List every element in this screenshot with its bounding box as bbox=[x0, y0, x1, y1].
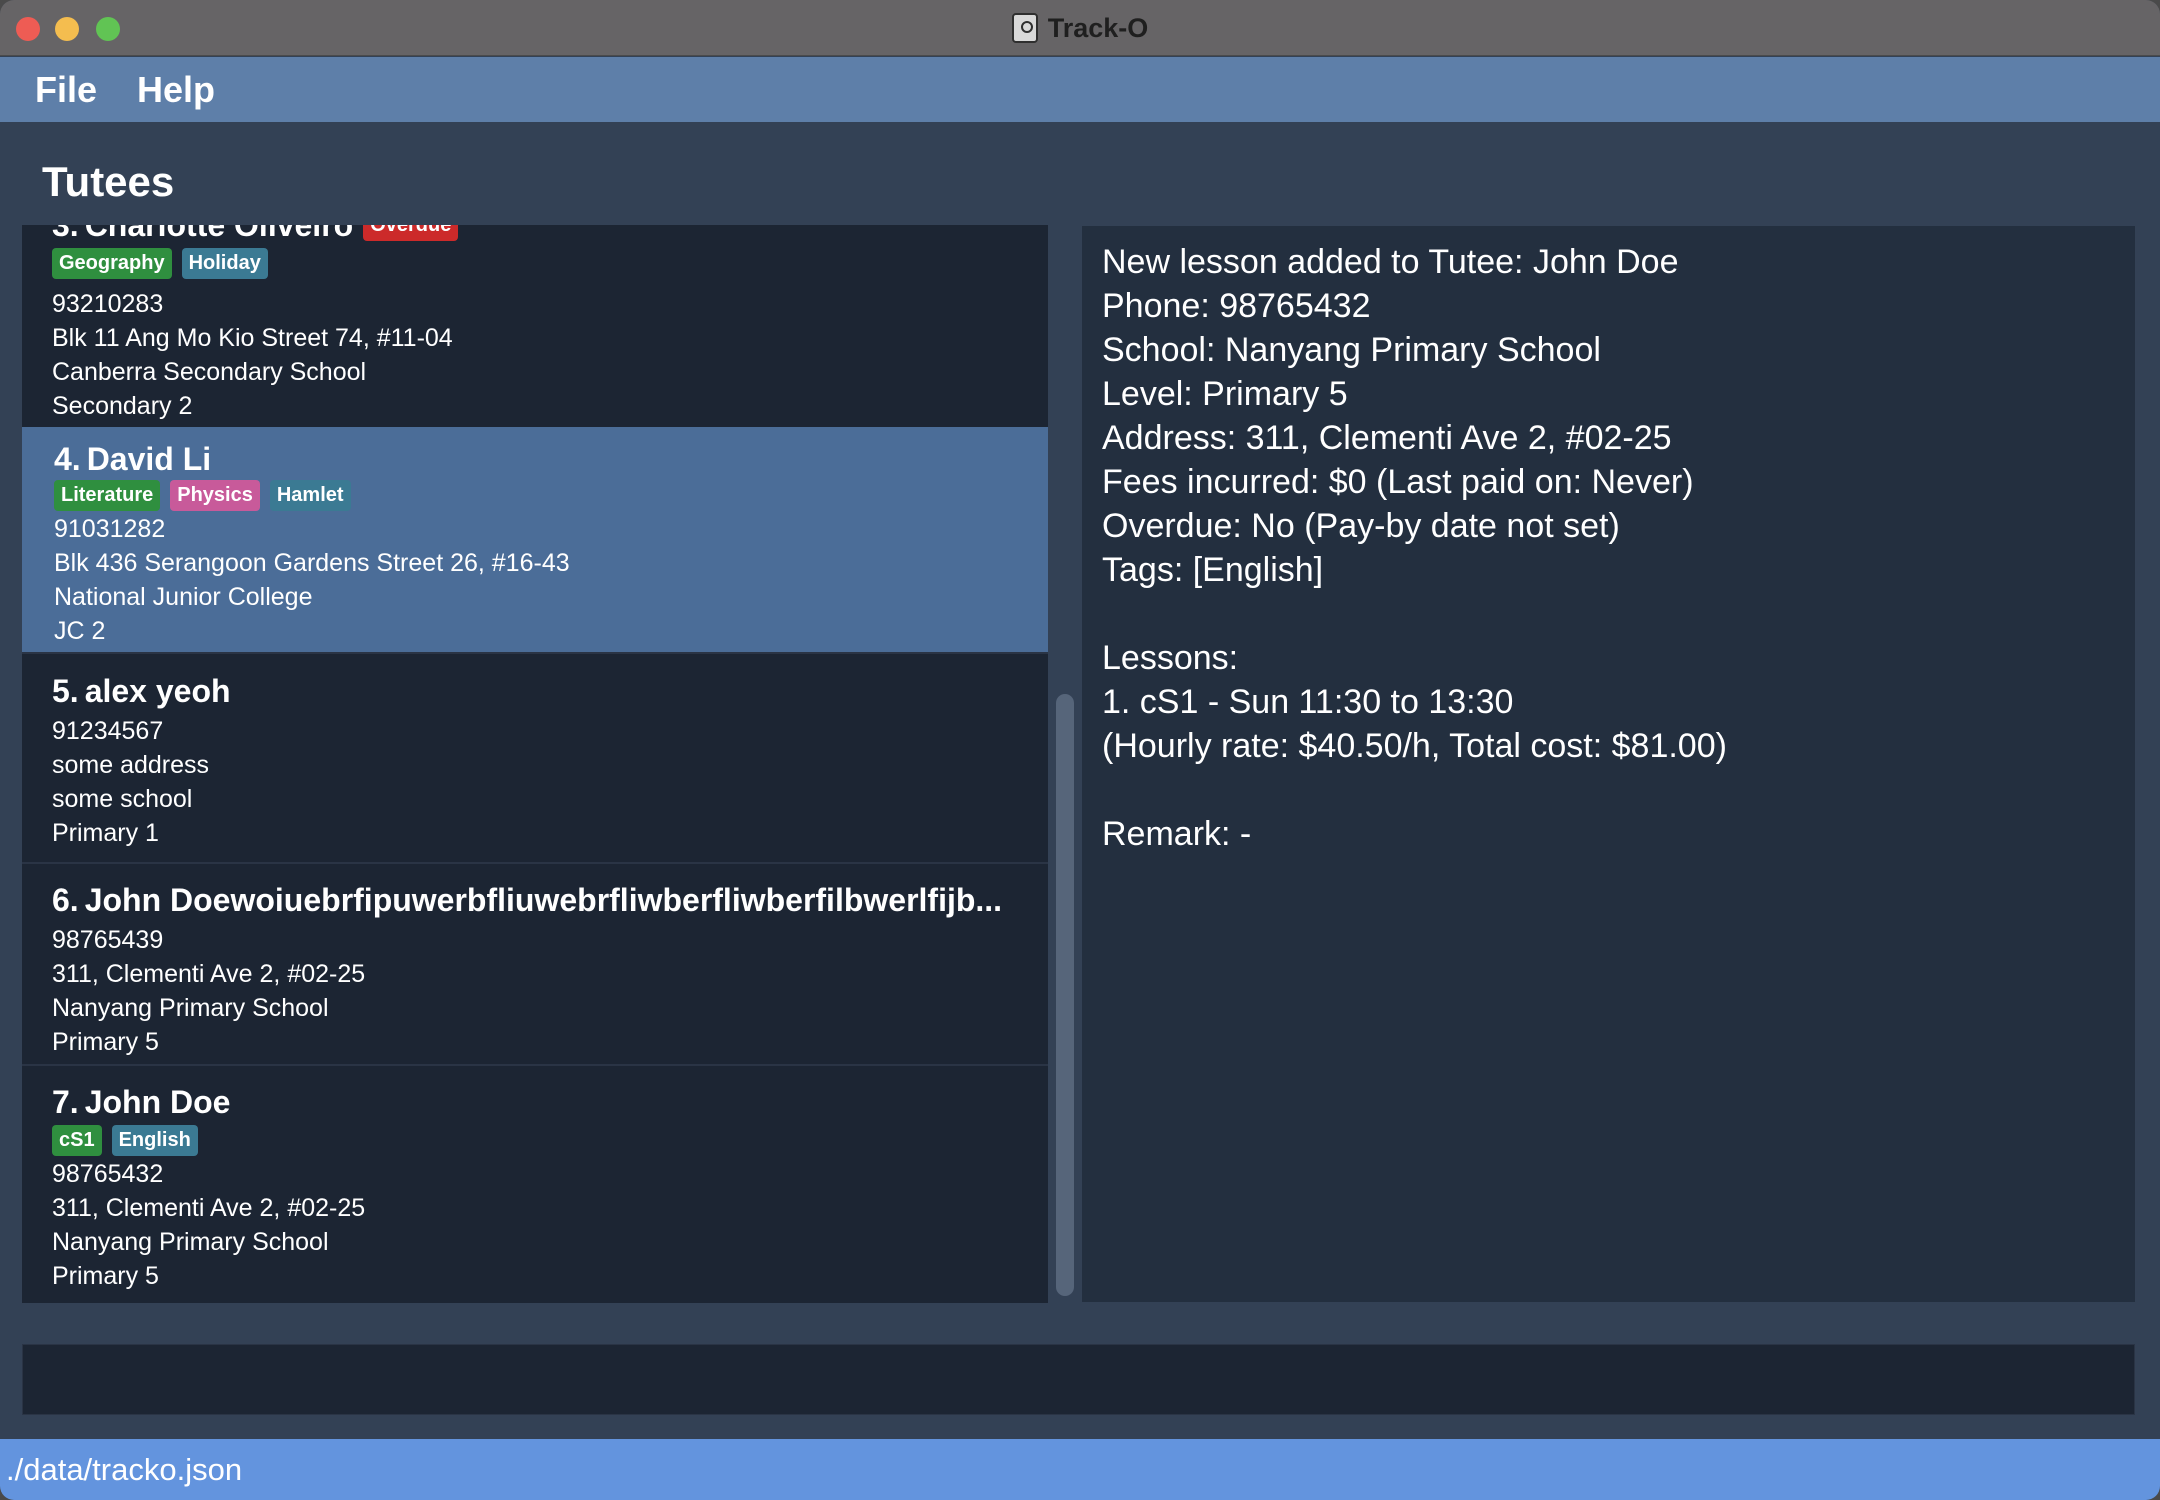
tutee-school: National Junior College bbox=[54, 583, 313, 611]
tutee-address: Blk 11 Ang Mo Kio Street 74, #11-04 bbox=[52, 324, 453, 352]
tag: Literature bbox=[54, 480, 161, 511]
tutee-index: 5. bbox=[52, 673, 79, 709]
tutee-list[interactable]: 3. Charlotte Oliveiro Overdue Geography H… bbox=[22, 225, 1048, 1303]
result-line: Phone: 98765432 bbox=[1102, 287, 1371, 325]
result-line: Level: Primary 5 bbox=[1102, 375, 1348, 413]
tag-list: cS1 English bbox=[52, 1125, 198, 1156]
tutee-level: Secondary 2 bbox=[52, 392, 193, 420]
tag: cS1 bbox=[52, 1125, 102, 1156]
tutee-address: 311, Clementi Ave 2, #02-25 bbox=[52, 1194, 366, 1222]
tag: Geography bbox=[52, 248, 172, 279]
address-book-icon bbox=[1011, 13, 1038, 43]
overdue-tag: Overdue bbox=[363, 225, 459, 241]
tutee-index: 4. bbox=[54, 441, 81, 477]
tutee-level: Primary 5 bbox=[52, 1028, 159, 1056]
command-box bbox=[22, 1344, 2135, 1415]
list-scrollbar-thumb[interactable] bbox=[1056, 694, 1074, 1296]
window-title-group: Track-O bbox=[0, 0, 2160, 56]
result-line bbox=[1102, 768, 2115, 812]
tutee-name-row: 7. John Doe bbox=[52, 1084, 230, 1121]
tutee-name-row: 5. alex yeoh bbox=[52, 673, 231, 710]
tag: Hamlet bbox=[269, 480, 351, 511]
title-bar[interactable]: Track-O bbox=[0, 0, 2160, 56]
tutee-card[interactable]: 7. John Doe cS1 English 98765432 311, Cle… bbox=[22, 1066, 1048, 1303]
app-window: Track-O File Help Tutees 3. Charlotte Oli… bbox=[0, 0, 2160, 1500]
command-input[interactable] bbox=[23, 1345, 2134, 1414]
result-line: New lesson added to Tutee: John Doe bbox=[1102, 243, 1679, 281]
result-line: Address: 311, Clementi Ave 2, #02-25 bbox=[1102, 419, 1672, 457]
tutee-phone: 91031282 bbox=[54, 515, 166, 543]
tutee-level: Primary 1 bbox=[52, 819, 159, 847]
tutee-name: alex yeoh bbox=[84, 673, 231, 709]
tutee-phone: 98765432 bbox=[52, 1160, 164, 1188]
tutee-index: 3. bbox=[52, 225, 79, 243]
result-line: Remark: - bbox=[1102, 815, 1252, 853]
result-display: New lesson added to Tutee: John Doe Phon… bbox=[1082, 226, 2135, 1302]
tutee-list-title: Tutees bbox=[42, 158, 175, 205]
tutee-address: Blk 436 Serangoon Gardens Street 26, #16… bbox=[54, 549, 570, 577]
tag-list: Literature Physics Hamlet bbox=[54, 480, 351, 511]
menu-help[interactable]: Help bbox=[137, 69, 215, 111]
result-line: Tags: [English] bbox=[1102, 551, 1324, 589]
tag-list: Geography Holiday bbox=[52, 248, 268, 279]
result-line: School: Nanyang Primary School bbox=[1102, 331, 1601, 369]
tutee-name: John Doewoiuebrfipuwerbfliuwebrfliwberfl… bbox=[84, 882, 1003, 918]
tag: Physics bbox=[170, 480, 260, 511]
tutee-phone: 98765439 bbox=[52, 926, 164, 954]
tutee-index: 7. bbox=[52, 1084, 79, 1120]
result-line bbox=[1102, 592, 2115, 636]
result-line: Overdue: No (Pay-by date not set) bbox=[1102, 507, 1620, 545]
result-line: Fees incurred: $0 (Last paid on: Never) bbox=[1102, 463, 1694, 501]
menu-bar: File Help bbox=[0, 57, 2160, 122]
result-line: Lessons: bbox=[1102, 639, 1239, 677]
tag: English bbox=[111, 1125, 198, 1156]
tutee-level: Primary 5 bbox=[52, 1262, 159, 1290]
tutee-card[interactable]: 3. Charlotte Oliveiro Overdue Geography H… bbox=[22, 225, 1048, 437]
tutee-school: Nanyang Primary School bbox=[52, 994, 329, 1022]
window-title: Track-O bbox=[1047, 12, 1149, 43]
save-file-path: ./data/tracko.json bbox=[6, 1451, 243, 1487]
tutee-phone: 93210283 bbox=[52, 290, 164, 318]
result-line: 1. cS1 - Sun 11:30 to 13:30 bbox=[1102, 683, 1514, 721]
tutee-card[interactable]: 6. John Doewoiuebrfipuwerbfliuwebrfliwber… bbox=[22, 864, 1048, 1066]
status-bar: ./data/tracko.json bbox=[0, 1439, 2160, 1500]
tutee-name-row: 3. Charlotte Oliveiro Overdue bbox=[52, 225, 459, 244]
tutee-name-row: 4. David Li bbox=[54, 441, 211, 478]
tutee-school: Canberra Secondary School bbox=[52, 358, 367, 386]
tag: Holiday bbox=[181, 248, 268, 279]
tutee-index: 6. bbox=[52, 882, 79, 918]
tutee-phone: 91234567 bbox=[52, 717, 164, 745]
tutee-card-selected[interactable]: 4. David Li Literature Physics Hamlet 910… bbox=[22, 427, 1048, 654]
tutee-card[interactable]: 5. alex yeoh 91234567 some address some s… bbox=[22, 654, 1048, 864]
tutee-school: Nanyang Primary School bbox=[52, 1228, 329, 1256]
tutee-name: Charlotte Oliveiro bbox=[84, 225, 354, 243]
tutee-address: 311, Clementi Ave 2, #02-25 bbox=[52, 960, 366, 988]
tutee-name-row: 6. John Doewoiuebrfipuwerbfliuwebrfliwber… bbox=[52, 882, 1002, 919]
tutee-school: some school bbox=[52, 785, 193, 813]
tutee-name: John Doe bbox=[84, 1084, 231, 1120]
result-line: (Hourly rate: $40.50/h, Total cost: $81.… bbox=[1102, 727, 1727, 765]
menu-file[interactable]: File bbox=[35, 69, 97, 111]
tutee-address: some address bbox=[52, 751, 210, 779]
tutee-name: David Li bbox=[86, 441, 212, 477]
tutee-level: JC 2 bbox=[54, 617, 106, 645]
